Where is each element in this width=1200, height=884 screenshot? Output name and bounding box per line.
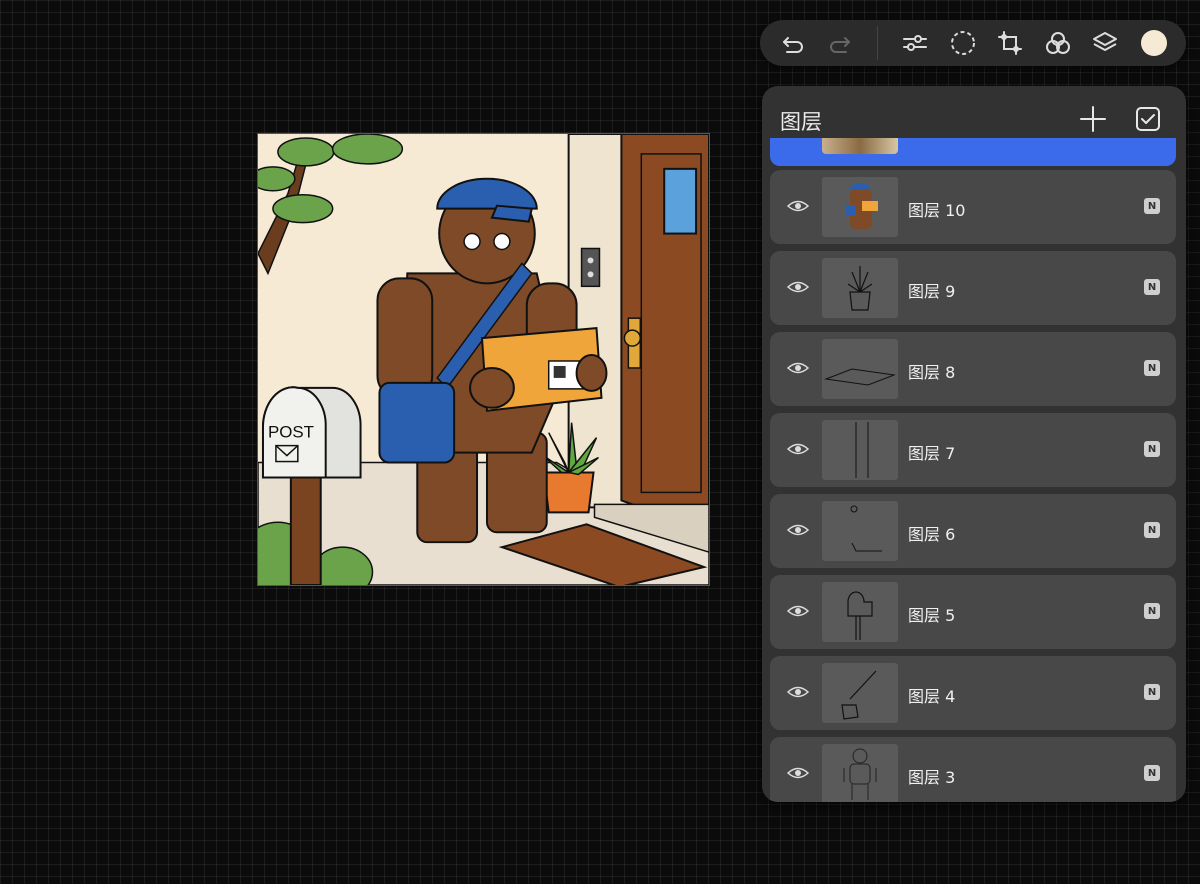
blend-mode-badge[interactable]: N xyxy=(1144,684,1160,700)
layer-thumbnail xyxy=(822,663,898,723)
checkbox-icon[interactable] xyxy=(1134,105,1162,133)
layer-row[interactable]: 图层 7 N xyxy=(770,413,1176,487)
layer-name: 图层 4 xyxy=(908,687,956,706)
eye-icon[interactable] xyxy=(786,197,810,215)
artwork-canvas[interactable]: POST xyxy=(257,133,710,586)
eye-icon[interactable] xyxy=(786,440,810,458)
redo-icon[interactable] xyxy=(820,20,860,66)
color-swatch[interactable] xyxy=(1141,30,1167,56)
layer-thumbnail xyxy=(822,177,898,237)
blend-mode-badge[interactable]: N xyxy=(1144,441,1160,457)
layer-name: 图层 8 xyxy=(908,363,956,382)
panel-title: 图层 xyxy=(780,110,822,134)
layers-icon[interactable] xyxy=(1085,20,1125,66)
layer-thumbnail xyxy=(822,258,898,318)
layer-name: 图层 6 xyxy=(908,525,956,544)
eye-icon[interactable] xyxy=(786,359,810,377)
active-layer-row[interactable] xyxy=(770,138,1176,166)
layer-row[interactable]: 图层 8 N xyxy=(770,332,1176,406)
layer-row[interactable]: 图层 3 N xyxy=(770,737,1176,802)
layer-name: 图层 9 xyxy=(908,282,956,301)
layer-thumbnail xyxy=(822,501,898,561)
layers-panel: 图层 图层 10 N 图层 9 N 图层 8 N 图层 7 N 图层 6 N 图… xyxy=(762,86,1186,802)
selection-icon[interactable] xyxy=(943,20,983,66)
eye-icon[interactable] xyxy=(786,764,810,782)
mailbox-label: POST xyxy=(268,423,314,442)
layer-thumbnail xyxy=(822,582,898,642)
artwork-illustration: POST xyxy=(258,134,709,585)
layer-row[interactable]: 图层 9 N xyxy=(770,251,1176,325)
undo-icon[interactable] xyxy=(773,20,813,66)
eye-icon[interactable] xyxy=(786,278,810,296)
transform-icon[interactable] xyxy=(990,20,1030,66)
layer-name: 图层 7 xyxy=(908,444,956,463)
blend-mode-badge[interactable]: N xyxy=(1144,279,1160,295)
blend-mode-badge[interactable]: N xyxy=(1144,522,1160,538)
eye-icon[interactable] xyxy=(786,602,810,620)
layer-row[interactable]: 图层 10 N xyxy=(770,170,1176,244)
blend-mode-badge[interactable]: N xyxy=(1144,360,1160,376)
layer-row[interactable]: 图层 6 N xyxy=(770,494,1176,568)
layer-name: 图层 3 xyxy=(908,768,956,787)
sliders-icon[interactable] xyxy=(895,20,935,66)
blend-mode-badge[interactable]: N xyxy=(1144,198,1160,214)
layer-name: 图层 10 xyxy=(908,201,966,220)
layer-thumbnail xyxy=(822,420,898,480)
circles-icon[interactable] xyxy=(1038,20,1078,66)
active-layer-thumbnail xyxy=(822,138,898,154)
eye-icon[interactable] xyxy=(786,521,810,539)
layer-name: 图层 5 xyxy=(908,606,956,625)
layer-row[interactable]: 图层 5 N xyxy=(770,575,1176,649)
plus-icon[interactable] xyxy=(1078,104,1108,134)
toolbar-divider xyxy=(877,26,878,60)
blend-mode-badge[interactable]: N xyxy=(1144,765,1160,781)
blend-mode-badge[interactable]: N xyxy=(1144,603,1160,619)
layer-thumbnail xyxy=(822,744,898,802)
layer-thumbnail xyxy=(822,339,898,399)
layer-row[interactable]: 图层 4 N xyxy=(770,656,1176,730)
eye-icon[interactable] xyxy=(786,683,810,701)
